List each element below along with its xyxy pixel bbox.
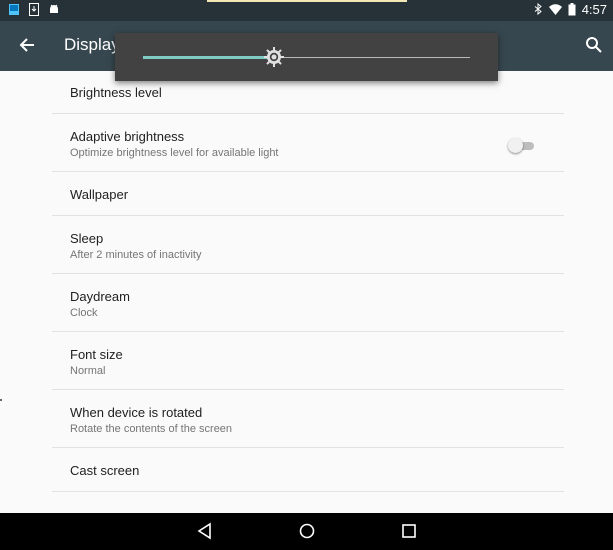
back-arrow-icon[interactable]: [18, 36, 36, 54]
page-title: Display: [64, 35, 120, 54]
setting-summary: Optimize brightness level for available …: [70, 147, 279, 159]
top-strip: [207, 0, 407, 2]
setting-title: Sleep: [70, 231, 104, 246]
recents-icon[interactable]: [399, 521, 419, 541]
settings-list: Brightness level Adaptive brightness Opt…: [52, 71, 564, 492]
android-debug-icon: [50, 4, 58, 13]
setting-sleep[interactable]: Sleep After 2 minutes of inactivity: [52, 216, 564, 274]
status-bar: 4:57: [0, 0, 613, 21]
toggle-knob: [508, 138, 523, 153]
setting-title: Cast screen: [70, 463, 140, 478]
setting-title: When device is rotated: [70, 405, 203, 420]
setting-daydream[interactable]: Daydream Clock: [52, 274, 564, 332]
brightness-dialog: [115, 33, 498, 81]
setting-title: Font size: [70, 347, 123, 362]
setting-summary: After 2 minutes of inactivity: [70, 249, 202, 261]
setting-summary: Rotate the contents of the screen: [70, 423, 233, 435]
clock: 4:57: [581, 2, 607, 17]
brightness-fill: [143, 56, 274, 59]
setting-summary: Clock: [70, 307, 98, 319]
battery-icon: [568, 3, 576, 16]
setting-cast-screen[interactable]: Cast screen: [52, 448, 564, 492]
setting-summary: Normal: [70, 365, 106, 377]
setting-title: Wallpaper: [70, 187, 129, 202]
setting-title: Brightness level: [70, 85, 162, 100]
download-notification-icon: [29, 3, 39, 16]
navigation-bar: [0, 513, 613, 550]
wifi-icon: [548, 4, 562, 15]
home-icon[interactable]: [297, 521, 317, 541]
setting-title: Daydream: [70, 289, 130, 304]
back-icon[interactable]: [195, 521, 215, 541]
setting-wallpaper[interactable]: Wallpaper: [52, 172, 564, 216]
setting-font-size[interactable]: Font size Normal: [52, 332, 564, 390]
app-notification-icon: [9, 4, 19, 15]
setting-title: Adaptive brightness: [70, 129, 185, 144]
bluetooth-icon: [534, 3, 542, 16]
edge-mark: [0, 399, 2, 401]
adaptive-brightness-toggle[interactable]: [508, 137, 538, 155]
brightness-thumb-icon[interactable]: [262, 45, 286, 69]
setting-device-rotation[interactable]: When device is rotated Rotate the conten…: [52, 390, 564, 448]
setting-adaptive-brightness[interactable]: Adaptive brightness Optimize brightness …: [52, 114, 564, 172]
search-icon[interactable]: [585, 36, 603, 54]
